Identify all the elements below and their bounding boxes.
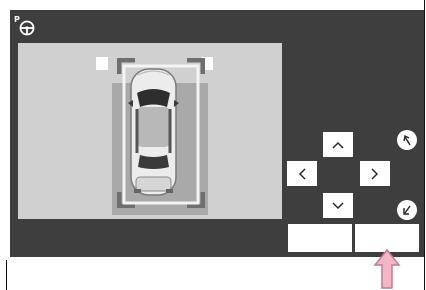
frame-left-line — [6, 260, 7, 290]
display-screen: P — [10, 10, 424, 257]
parking-steering-assist-icon: P — [14, 15, 35, 36]
chevron-left-icon — [299, 168, 306, 179]
callout-arrow-icon — [373, 248, 401, 289]
move-right-button[interactable] — [360, 161, 390, 186]
chevron-up-icon — [332, 141, 344, 148]
slot-marker-left — [96, 57, 108, 70]
rotate-clockwise-icon — [403, 205, 411, 215]
frame-right-line — [424, 0, 425, 290]
svg-text:P: P — [14, 15, 20, 24]
move-up-button[interactable] — [323, 132, 353, 157]
left-function-button[interactable] — [288, 224, 352, 252]
chevron-down-icon — [332, 202, 344, 209]
vehicle-top-view-icon — [128, 68, 179, 196]
parking-camera-view — [18, 43, 282, 219]
chevron-right-icon — [371, 168, 378, 179]
move-down-button[interactable] — [323, 193, 353, 218]
rotate-left-button[interactable] — [397, 130, 417, 150]
rotate-right-button[interactable] — [397, 200, 417, 220]
rotate-counterclockwise-icon — [403, 134, 411, 146]
move-left-button[interactable] — [287, 161, 317, 186]
